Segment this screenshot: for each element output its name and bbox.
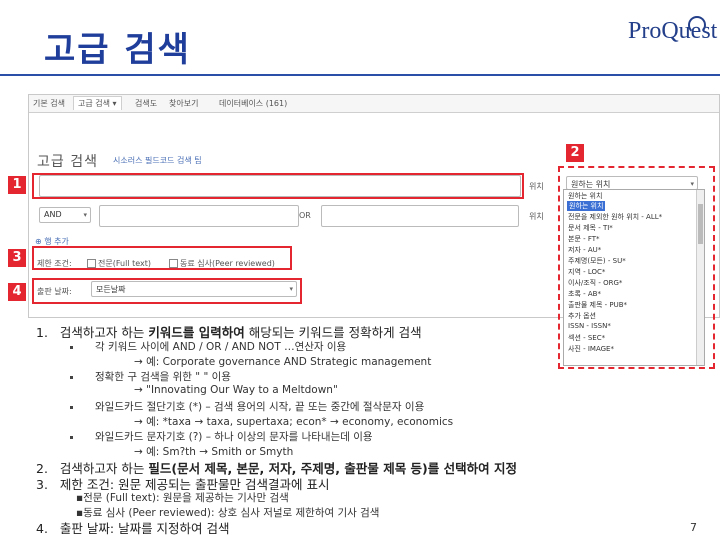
callout-badge-2: 2 xyxy=(566,144,584,162)
callout-box-field-dropdown xyxy=(558,166,715,369)
bullet-square-icon xyxy=(70,405,73,409)
bullet-2: 정확한 구 검색을 위한 " " 이용 xyxy=(70,369,231,384)
proquest-logo: ProQuest xyxy=(628,16,717,54)
field-label-2: 위치 xyxy=(529,212,544,221)
callout-badge-1: 1 xyxy=(8,176,26,194)
item-3-number: 3. xyxy=(36,477,48,492)
title-divider xyxy=(0,74,720,76)
item-3-sub-a: ▪전문 (Full text): 원문을 제공하는 기사만 검색 xyxy=(76,492,289,504)
bullet-2-example: → "Innovating Our Way to a Meltdown" xyxy=(134,384,338,396)
bullet-4-example: → 예: Sm?th → Smith or Smyth xyxy=(134,446,294,458)
or-operator: OR xyxy=(299,211,311,220)
form-heading: 고급 검색 xyxy=(37,154,98,170)
tab-browse[interactable]: 찾아보기 xyxy=(169,98,198,109)
chevron-down-icon: ▾ xyxy=(83,211,87,219)
tab-basic-search[interactable]: 기본 검색 xyxy=(33,98,65,109)
tab-advanced-search[interactable]: 고급 검색 ▾ xyxy=(73,96,122,110)
item-4-text: 출판 날짜: 날짜를 지정하여 검색 xyxy=(59,521,230,536)
item-1-number: 1. xyxy=(36,325,48,340)
callout-box-keyword xyxy=(32,173,524,199)
logo-arc-icon xyxy=(688,16,706,34)
tab-bar: 기본 검색 고급 검색 ▾ 검색도 찾아보기 데이터베이스 (161) xyxy=(29,95,719,113)
bullet-3: 와일드카드 절단기호 (*) – 검색 용어의 시작, 끝 또는 중간에 절삭문… xyxy=(70,399,424,414)
bool-operator-select[interactable]: AND ▾ xyxy=(39,207,91,223)
item-1-pre: 검색하고자 하는 xyxy=(59,325,149,340)
item-1-bold: 키워드를 입력하여 xyxy=(148,325,245,340)
item-4: 4. 출판 날짜: 날짜를 지정하여 검색 xyxy=(36,518,230,537)
field-label-1: 위치 xyxy=(529,182,544,191)
item-4-number: 4. xyxy=(36,521,48,536)
callout-badge-3: 3 xyxy=(8,249,26,267)
bullet-4-text: 와일드카드 문자기호 (?) – 하나 이상의 문자를 나타내는데 이용 xyxy=(95,431,373,443)
bullet-3-text: 와일드카드 절단기호 (*) – 검색 용어의 시작, 끝 또는 중간에 절삭문… xyxy=(95,401,425,413)
page-number: 7 xyxy=(690,521,697,534)
item-1-post: 해당되는 키워드를 정확하게 검색 xyxy=(244,325,422,340)
keyword-input-2b[interactable] xyxy=(321,205,519,227)
bullet-square-icon xyxy=(70,345,73,349)
callout-box-limits xyxy=(32,246,292,270)
callout-box-pubdate xyxy=(32,278,302,304)
tab-image[interactable]: 검색도 xyxy=(135,98,157,109)
bullet-1-example: → 예: Corporate governance AND Strategic … xyxy=(134,356,432,368)
keyword-input-2a[interactable] xyxy=(99,205,299,227)
bullet-square-icon xyxy=(70,375,73,379)
bullet-1-text: 각 키워드 사이에 AND / OR / AND NOT …연산자 이용 xyxy=(95,341,347,353)
heading-links[interactable]: 시소러스 필드코드 검색 팁 xyxy=(113,155,202,166)
bullet-2-text: 정확한 구 검색을 위한 " " 이용 xyxy=(95,371,231,383)
tab-databases[interactable]: 데이터베이스 (161) xyxy=(219,98,287,109)
bullet-4: 와일드카드 문자기호 (?) – 하나 이상의 문자를 나타내는데 이용 xyxy=(70,429,373,444)
slide-title: 고급 검색 xyxy=(44,30,191,70)
callout-badge-4: 4 xyxy=(8,283,26,301)
bullet-square-icon xyxy=(70,435,73,439)
bullet-3-example: → 예: *taxa → taxa, supertaxa; econ* → ec… xyxy=(134,416,454,428)
bool-operator-value: AND xyxy=(44,210,62,219)
bullet-1: 각 키워드 사이에 AND / OR / AND NOT …연산자 이용 xyxy=(70,339,346,354)
